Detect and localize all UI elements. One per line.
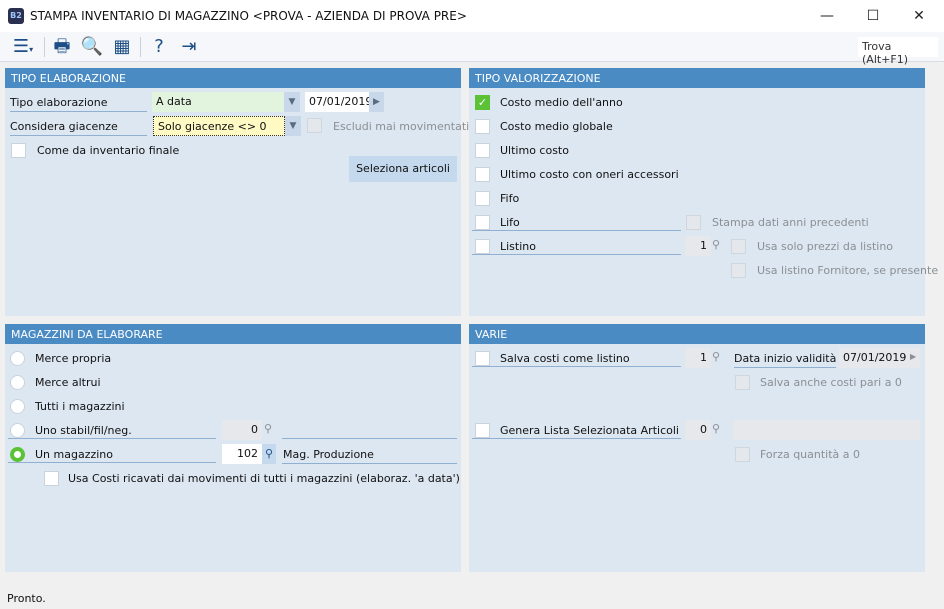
chevron-down-icon[interactable]: ▼ [284, 92, 300, 112]
panel-header: MAGAZZINI DA ELABORARE [5, 324, 461, 344]
option-label: Merce altrui [35, 376, 101, 389]
seleziona-articoli-button[interactable]: Seleziona articoli [349, 156, 457, 182]
usa-solo-prezzi-checkbox[interactable] [731, 239, 746, 254]
tipo-valorizzazione-panel: TIPO VALORIZZAZIONE ✓ Costo medio dell'a… [469, 68, 938, 316]
option-label: Ultimo costo con oneri accessori [500, 168, 679, 181]
panel-header: VARIE [469, 324, 925, 344]
escludi-checkbox[interactable] [307, 118, 322, 133]
stampa-anni-label: Stampa dati anni precedenti [712, 216, 869, 229]
salva-costi-checkbox[interactable] [475, 351, 490, 366]
stabil-description [282, 420, 457, 439]
considera-giacenze-select[interactable]: Solo giacenze <> 0 [153, 116, 285, 136]
app-logo-icon: B2 [8, 8, 24, 24]
costo-medio-globale-checkbox[interactable] [475, 119, 490, 134]
status-bar: Pronto. [0, 584, 944, 609]
print-icon[interactable]: 🖶 [50, 35, 74, 59]
usa-fornitore-label: Usa listino Fornitore, se presente [757, 264, 939, 277]
tipo-elaborazione-select[interactable]: A data [152, 92, 284, 112]
panel-header: TIPO VALORIZZAZIONE [469, 68, 925, 88]
come-inventario-checkbox[interactable] [11, 143, 26, 158]
option-label: Merce propria [35, 352, 112, 365]
forza-label: Forza quantità a 0 [760, 448, 861, 461]
salva-costi-label: Salva costi come listino [500, 352, 630, 365]
genera-description-field[interactable] [733, 420, 920, 440]
usa-costi-label: Usa Costi ricavati dai movimenti di tutt… [68, 472, 460, 485]
chevron-right-icon[interactable]: ▶ [910, 352, 916, 361]
date-field[interactable]: 07/01/2019 [305, 92, 372, 112]
close-button[interactable]: ✕ [904, 4, 934, 28]
stampa-anni-checkbox[interactable] [686, 215, 701, 230]
window-title: STAMPA INVENTARIO DI MAGAZZINO <PROVA - … [30, 9, 467, 23]
come-inventario-label: Come da inventario finale [37, 144, 180, 157]
salva-number-field[interactable]: 1 [685, 348, 711, 368]
ultimo-costo-checkbox[interactable] [475, 143, 490, 158]
option-label: Uno stabil/fil/neg. [35, 424, 132, 437]
option-label: Fifo [500, 192, 520, 205]
tipo-elaborazione-label: Tipo elaborazione [10, 96, 147, 112]
tipo-elaborazione-panel: TIPO ELABORAZIONE Tipo elaborazione A da… [5, 68, 469, 316]
varie-panel: VARIE Salva costi come listino 1 ⚲ Data … [469, 324, 925, 572]
magazzini-panel: MAGAZZINI DA ELABORARE Merce propria Mer… [5, 324, 461, 572]
salva-zero-label: Salva anche costi pari a 0 [760, 376, 902, 389]
chevron-right-icon[interactable]: ▶ [369, 92, 384, 112]
merce-altrui-radio[interactable] [10, 375, 25, 390]
usa-costi-checkbox[interactable] [44, 471, 59, 486]
option-label: Costo medio dell'anno [500, 96, 623, 109]
salva-zero-checkbox[interactable] [735, 375, 750, 390]
menu-icon[interactable]: ☰▾ [6, 35, 40, 59]
tutti-magazzini-radio[interactable] [10, 399, 25, 414]
magazzino-field[interactable]: 102 [222, 444, 262, 464]
panel-header: TIPO ELABORAZIONE [5, 68, 461, 88]
listino-checkbox[interactable] [475, 239, 490, 254]
forza-checkbox[interactable] [735, 447, 750, 462]
calendar-icon[interactable]: ▦ [110, 35, 134, 59]
print-preview-icon[interactable]: 🔍 [80, 35, 104, 59]
minimize-button[interactable]: — [812, 4, 842, 28]
lifo-checkbox[interactable] [475, 215, 490, 230]
toolbar-separator [140, 37, 141, 57]
merce-propria-radio[interactable] [10, 351, 25, 366]
option-label: Costo medio globale [500, 120, 613, 133]
listino-number-field[interactable]: 1 [685, 236, 711, 256]
option-label: Tutti i magazzini [35, 400, 125, 413]
uno-stabil-radio[interactable] [10, 423, 25, 438]
toolbar [0, 32, 944, 62]
costo-medio-anno-checkbox[interactable]: ✓ [475, 95, 490, 110]
search-icon[interactable]: ⚲ [712, 238, 720, 251]
fifo-checkbox[interactable] [475, 191, 490, 206]
genera-number-field[interactable]: 0 [685, 420, 711, 440]
data-inizio-label: Data inizio validità [734, 352, 836, 368]
search-icon[interactable]: ⚲ [264, 422, 272, 435]
option-label: Listino [500, 240, 536, 253]
magazzino-description: Mag. Produzione [282, 448, 457, 464]
search-icon[interactable]: ⚲ [262, 444, 276, 464]
ultimo-costo-oneri-checkbox[interactable] [475, 167, 490, 182]
considera-giacenze-label: Considera giacenze [10, 120, 147, 136]
escludi-label: Escludi mai movimentati [333, 120, 470, 133]
un-magazzino-radio[interactable] [10, 447, 25, 462]
data-inizio-field[interactable]: 07/01/2019 [839, 348, 920, 368]
usa-solo-prezzi-label: Usa solo prezzi da listino [757, 240, 894, 253]
maximize-button[interactable]: ☐ [858, 4, 888, 28]
toolbar-separator [44, 37, 45, 57]
help-icon[interactable]: ? [147, 35, 171, 59]
usa-fornitore-checkbox[interactable] [731, 263, 746, 278]
option-label: Ultimo costo [500, 144, 569, 157]
option-label: Un magazzino [35, 448, 114, 461]
chevron-down-icon[interactable]: ▼ [285, 116, 301, 136]
exit-icon[interactable]: ⇥ [177, 35, 201, 59]
genera-checkbox[interactable] [475, 423, 490, 438]
stabil-field[interactable]: 0 [222, 420, 262, 440]
search-icon[interactable]: ⚲ [712, 350, 720, 363]
genera-label: Genera Lista Selezionata Articoli [500, 424, 679, 437]
option-label: Lifo [500, 216, 520, 229]
find-input[interactable]: Trova (Alt+F1) [858, 37, 938, 66]
search-icon[interactable]: ⚲ [712, 422, 720, 435]
